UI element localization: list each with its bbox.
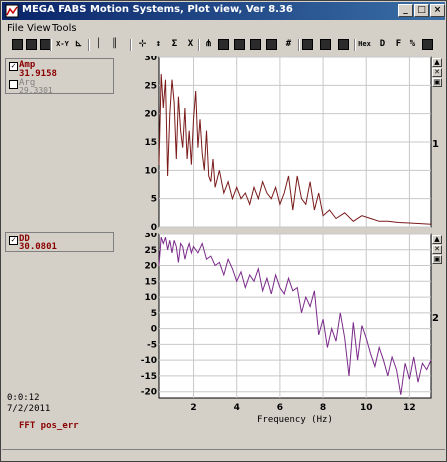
vline2-icon[interactable]: ║ bbox=[108, 38, 121, 51]
y-tick-label: 30 bbox=[144, 56, 157, 63]
y-tick-label: 10 bbox=[144, 293, 157, 303]
channel-value: 29.3301 bbox=[19, 86, 53, 95]
y-tick-label: -10 bbox=[141, 356, 157, 366]
x-tick-label: 10 bbox=[360, 403, 373, 413]
toolbar-separator bbox=[298, 39, 300, 51]
y-tick-label: 10 bbox=[144, 166, 157, 176]
close-plot-icon[interactable]: ✕ bbox=[432, 245, 442, 254]
grid-icon[interactable]: # bbox=[282, 38, 295, 51]
save-icon[interactable] bbox=[26, 39, 37, 50]
x-tick-label: 8 bbox=[320, 403, 326, 413]
close-plot-icon[interactable]: ✕ bbox=[432, 68, 442, 77]
printer-icon[interactable] bbox=[320, 39, 331, 50]
y-tick-label: 0 bbox=[151, 223, 157, 233]
y-tick-label: 30 bbox=[144, 233, 157, 240]
toolbar-separator bbox=[88, 39, 90, 51]
y-tick-label: 5 bbox=[151, 309, 157, 319]
menu-view[interactable]: View bbox=[27, 23, 51, 34]
toolbar-separator bbox=[354, 39, 356, 51]
y-tick-label: 25 bbox=[144, 81, 157, 91]
y-tick-label: 15 bbox=[144, 138, 157, 148]
bar-icon[interactable] bbox=[338, 39, 349, 50]
y-tick-label: -15 bbox=[141, 372, 157, 382]
plot-number: 1 bbox=[432, 139, 439, 150]
close-button[interactable]: × bbox=[430, 4, 445, 17]
channel-group-1: ✓ Amp 31.9158 Arg 29.3301 bbox=[5, 58, 114, 95]
xy-icon[interactable]: X-Y bbox=[56, 38, 69, 51]
layout-icon[interactable] bbox=[302, 39, 313, 50]
scroll-up-icon[interactable]: ▲ bbox=[432, 58, 442, 67]
fft-label: FFT pos_err bbox=[19, 421, 79, 431]
amp-checkbox[interactable]: ✓ bbox=[9, 62, 18, 71]
arg-checkbox[interactable] bbox=[9, 80, 18, 89]
plot2-side-controls: ▲ ✕ ▣ bbox=[432, 235, 442, 265]
application-window: MEGA FABS Motion Systems, Plot view, Ver… bbox=[0, 0, 447, 462]
menu-file[interactable]: File bbox=[7, 23, 24, 34]
image-icon[interactable] bbox=[250, 39, 261, 50]
y-tick-label: 25 bbox=[144, 246, 157, 256]
app-icon bbox=[5, 4, 19, 18]
y-tick-label: -20 bbox=[141, 388, 157, 398]
scroll-up-icon[interactable]: ▲ bbox=[432, 235, 442, 244]
toolbar-separator bbox=[130, 39, 132, 51]
x-tick-label: 6 bbox=[277, 403, 283, 413]
menu-tools[interactable]: Tools bbox=[52, 23, 77, 34]
y-tick-label: 0 bbox=[151, 325, 157, 335]
fft-icon[interactable]: ⋔ bbox=[202, 38, 215, 51]
x-tick-label: 12 bbox=[403, 403, 416, 413]
date-readout: 7/2/2011 bbox=[7, 404, 51, 414]
toolbar-separator bbox=[198, 39, 200, 51]
x-tick-label: 2 bbox=[190, 403, 196, 413]
plot-number: 2 bbox=[432, 313, 439, 324]
axis-icon[interactable]: ⊾ bbox=[72, 38, 85, 51]
cursor-icon[interactable]: ⊹ bbox=[136, 38, 149, 51]
zoom-icon[interactable]: Σ bbox=[168, 38, 181, 51]
x-axis-label: Frequency (Hz) bbox=[257, 415, 333, 425]
menu-bar: File View Tools bbox=[2, 21, 445, 37]
y-tick-label: 20 bbox=[144, 262, 157, 272]
status-bar bbox=[2, 449, 445, 462]
percent-icon[interactable]: % bbox=[406, 38, 419, 51]
toolbar-separator bbox=[50, 39, 52, 51]
scale-icon[interactable] bbox=[218, 39, 229, 50]
delete-icon[interactable]: X bbox=[184, 38, 197, 51]
minimize-button[interactable]: _ bbox=[398, 4, 413, 17]
hex-icon[interactable]: Hex bbox=[358, 38, 371, 51]
table-icon[interactable] bbox=[234, 39, 245, 50]
vline-icon[interactable]: │ bbox=[92, 38, 105, 51]
zoom-x-icon[interactable]: ↕ bbox=[152, 38, 165, 51]
plot1-side-controls: ▲ ✕ ▣ bbox=[432, 58, 442, 88]
toolbar: X-Y ⊾ │ ║ ⊹ ↕ Σ X ⋔ # Hex D F% bbox=[2, 37, 445, 53]
decimal-icon[interactable]: D bbox=[376, 38, 389, 51]
expand-plot-icon[interactable]: ▣ bbox=[432, 255, 442, 264]
channel-value: 30.0801 bbox=[19, 242, 57, 252]
amp-plot[interactable]: 0 5 10 15 20 25 30 bbox=[141, 56, 441, 234]
title-bar[interactable]: MEGA FABS Motion Systems, Plot view, Ver… bbox=[2, 2, 445, 20]
x-tick-label: 4 bbox=[234, 403, 240, 413]
y-tick-label: 20 bbox=[144, 110, 157, 120]
split-icon[interactable] bbox=[422, 39, 433, 50]
y-tick-label: 15 bbox=[144, 277, 157, 287]
float-icon[interactable]: F bbox=[392, 38, 405, 51]
time-readout: 0:0:12 bbox=[7, 393, 40, 403]
dd-plot[interactable]: -20 -15 -10 -5 0 5 10 15 20 25 30 2 4 6 8 10 12 bbox=[141, 233, 441, 423]
y-tick-label: -5 bbox=[147, 340, 157, 350]
expand-plot-icon[interactable]: ▣ bbox=[432, 78, 442, 87]
maximize-button[interactable]: □ bbox=[414, 4, 429, 17]
y-tick-label: 5 bbox=[151, 195, 157, 205]
dd-checkbox[interactable]: ✓ bbox=[9, 236, 18, 245]
print-icon[interactable] bbox=[12, 39, 23, 50]
plot-background bbox=[158, 233, 432, 399]
channel-group-2: ✓ DD 30.0801 bbox=[5, 232, 114, 252]
screen-icon[interactable] bbox=[266, 39, 277, 50]
window-title: MEGA FABS Motion Systems, Plot view, Ver… bbox=[22, 4, 293, 15]
